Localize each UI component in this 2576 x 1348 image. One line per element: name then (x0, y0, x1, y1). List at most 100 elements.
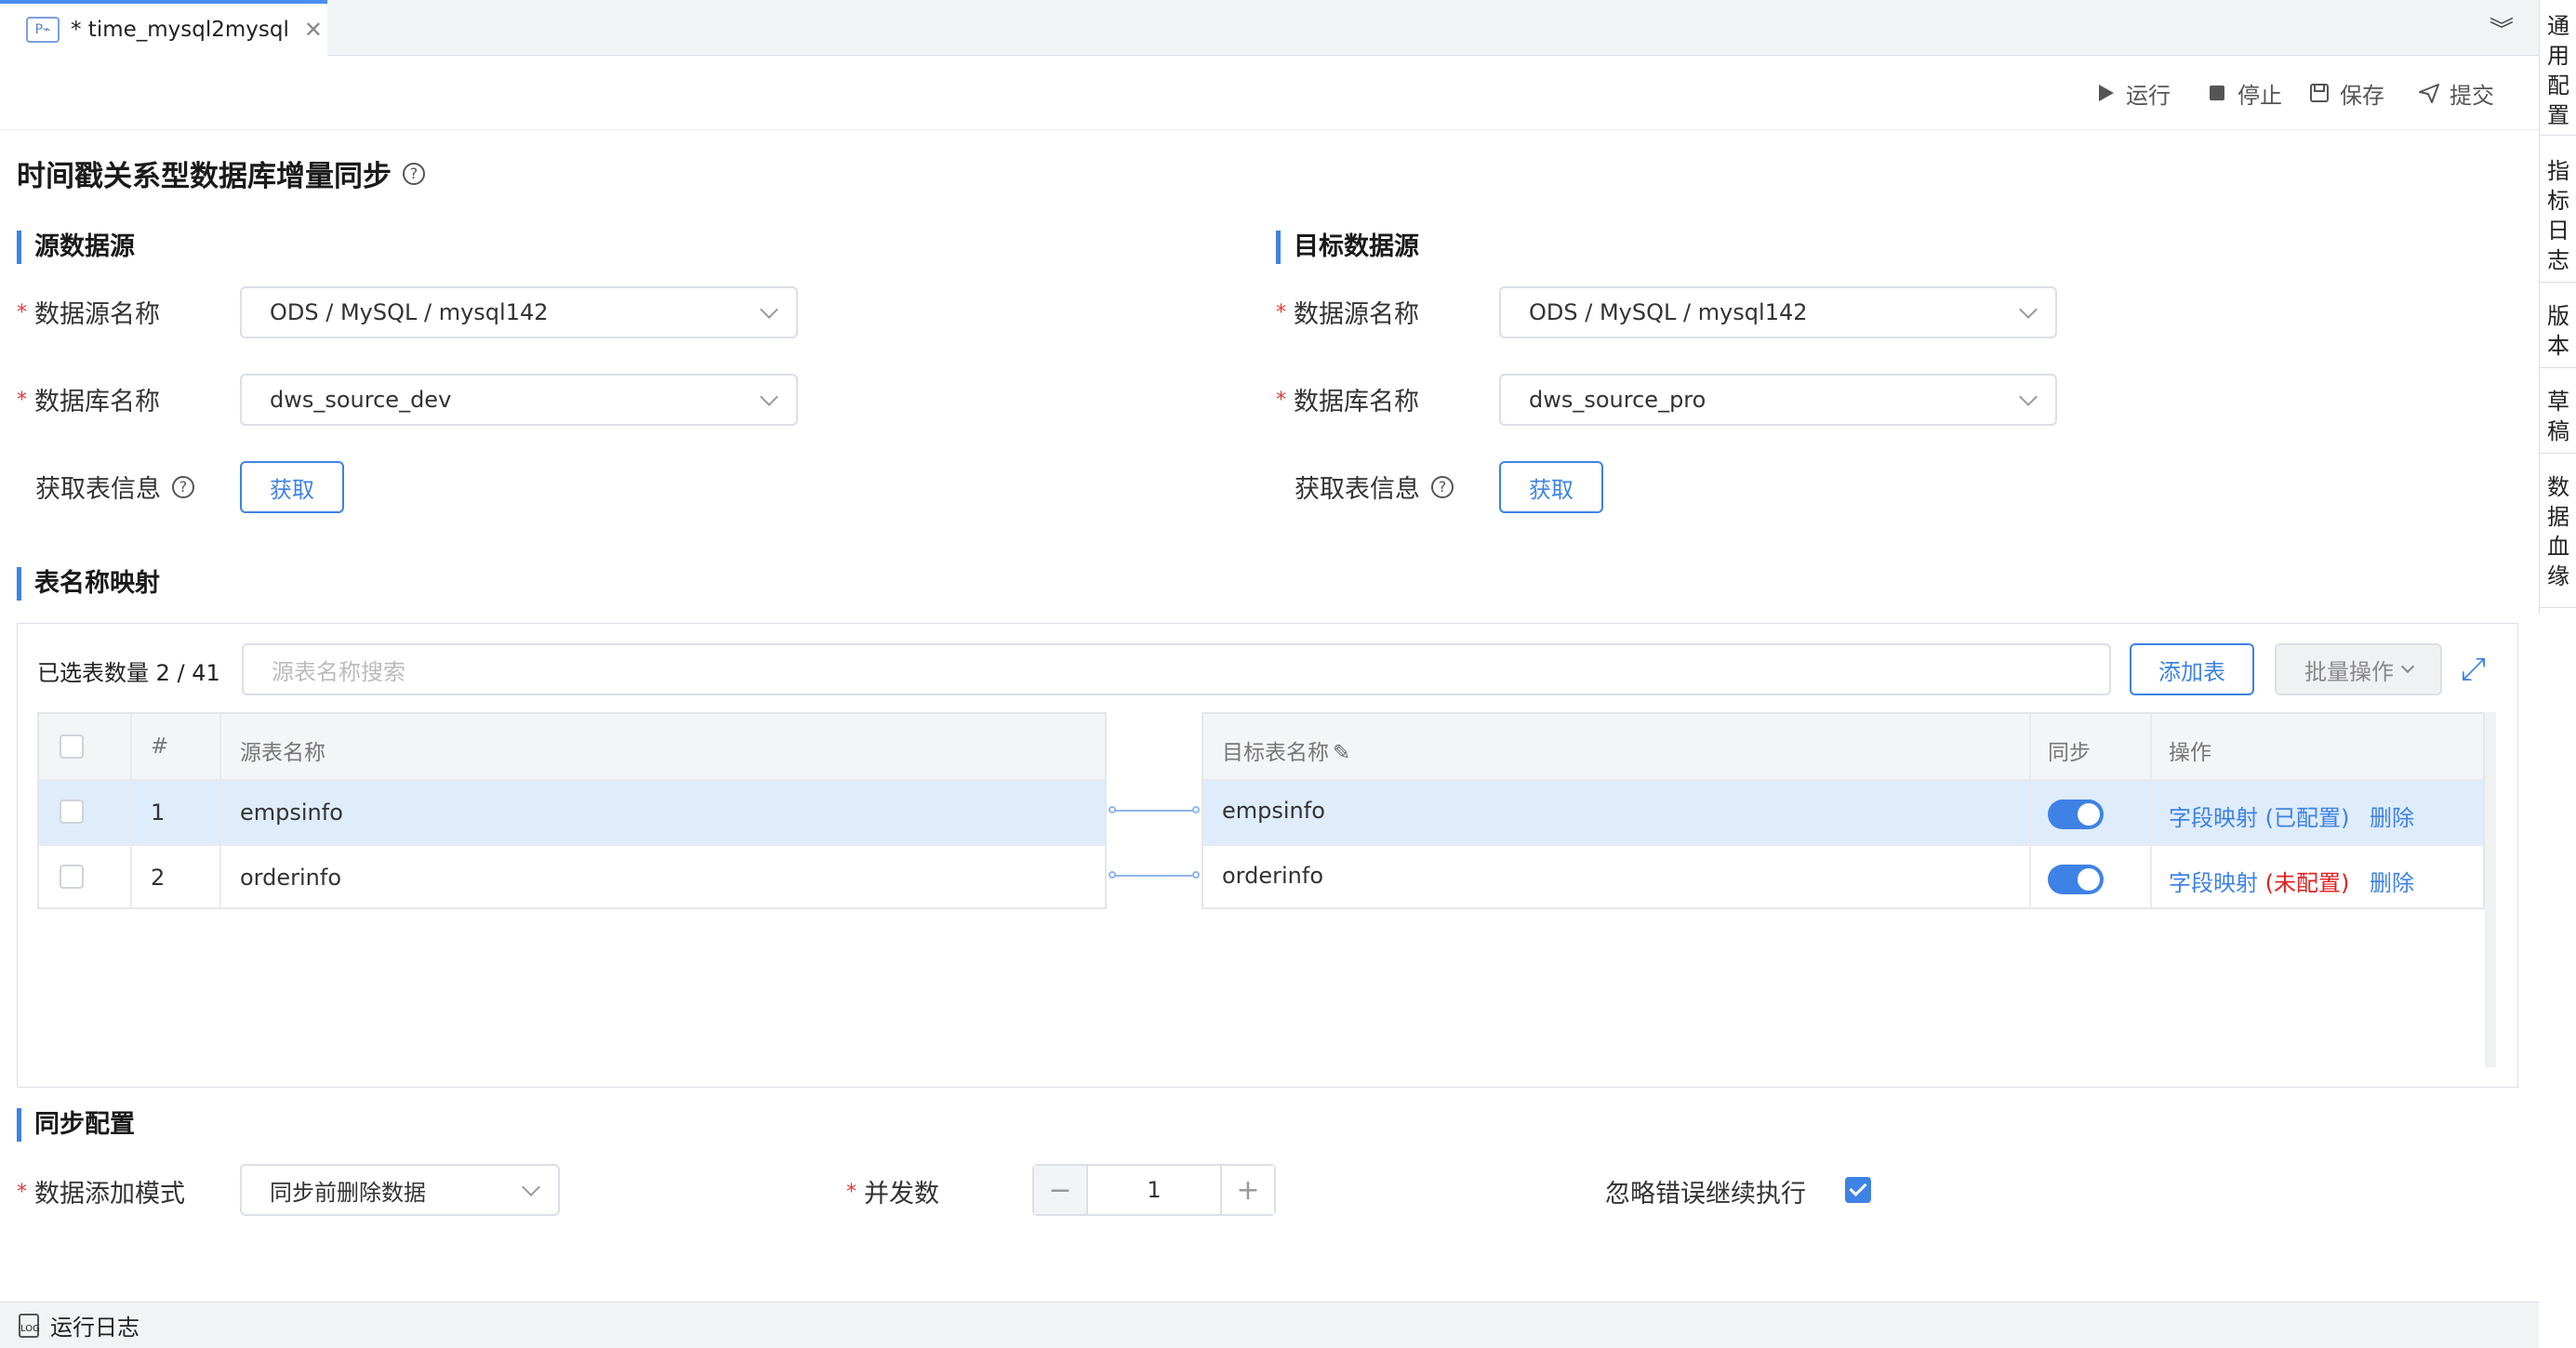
save-label: 保存 (2340, 82, 2384, 109)
required-mark: * (1276, 389, 1286, 412)
target-table-name: orderinfo (1222, 863, 1324, 889)
chevron-down-icon (522, 1178, 540, 1196)
run-button[interactable]: 运行 (2094, 76, 2171, 110)
mode-label: * 数据添加模式 (17, 1180, 185, 1209)
table-row-highlight (39, 781, 1105, 844)
sync-toggle[interactable] (2048, 865, 2104, 894)
sidebar-item-general-config[interactable]: 通用配置 (2540, 7, 2576, 136)
row-checkbox[interactable] (60, 865, 84, 889)
target-name-header: 目标表名称 ✎ (1222, 741, 1351, 765)
delete-link[interactable]: 删除 (2370, 865, 2414, 897)
target-datasource-value: ODS / MySQL / mysql142 (1529, 299, 1808, 325)
stop-label: 停止 (2237, 82, 2282, 109)
toolbar: 运行 停止 保存 提交 (0, 56, 2539, 130)
fullscreen-icon[interactable]: ⤢ (2461, 651, 2486, 688)
source-datasource-select[interactable]: ODS / MySQL / mysql142 (240, 286, 798, 338)
sync-toggle[interactable] (2048, 800, 2104, 829)
ignore-errors-checkbox[interactable] (1845, 1177, 1871, 1203)
run-log-bar[interactable]: LOG 运行日志 (0, 1302, 2539, 1348)
field-mapping-link[interactable]: 字段映射 (未配置) (2169, 865, 2349, 897)
target-database-select[interactable]: dws_source_pro (1499, 374, 2057, 426)
submit-button[interactable]: 提交 (2418, 76, 2494, 110)
target-fetch-label: 获取表信息? (1295, 469, 1454, 505)
chevron-down-icon (2019, 388, 2038, 406)
stop-button[interactable]: 停止 (2206, 76, 2282, 110)
connector-dot (1192, 871, 1200, 879)
save-icon (2310, 84, 2329, 102)
sidebar-item-metric-log[interactable]: 指标日志 (2540, 149, 2576, 283)
add-mode-select[interactable]: 同步前删除数据 (240, 1164, 560, 1216)
source-table-name: empsinfo (240, 800, 343, 826)
decrement-button[interactable]: − (1034, 1166, 1086, 1214)
field-mapping-link[interactable]: 字段映射 (已配置) (2169, 800, 2349, 832)
source-datasource-value: ODS / MySQL / mysql142 (270, 299, 549, 325)
target-fetch-button[interactable]: 获取 (1499, 461, 1603, 513)
chevron-down-icon (760, 388, 778, 406)
concurrency-stepper[interactable]: − 1 + (1032, 1164, 1276, 1216)
mapping-status: (已配置) (2264, 805, 2350, 831)
mapping-connector (1112, 875, 1198, 877)
select-all-checkbox[interactable] (60, 734, 84, 759)
connector-dot (1109, 806, 1116, 813)
help-icon[interactable]: ? (403, 162, 425, 185)
edit-icon[interactable]: ✎ (1333, 741, 1350, 765)
mapping-status: (未配置) (2264, 870, 2350, 896)
row-checkbox[interactable] (60, 800, 84, 824)
required-mark: * (1276, 301, 1286, 324)
source-database-select[interactable]: dws_source_dev (240, 374, 798, 426)
save-button[interactable]: 保存 (2308, 76, 2384, 110)
help-icon[interactable]: ? (1431, 475, 1454, 498)
target-table-name: empsinfo (1222, 798, 1325, 824)
add-mode-value: 同步前删除数据 (270, 1179, 426, 1206)
source-name-header: 源表名称 (240, 741, 325, 765)
source-ds-label: * 数据源名称 (17, 300, 160, 329)
delete-link[interactable]: 删除 (2370, 800, 2414, 832)
increment-button[interactable]: + (1222, 1166, 1274, 1214)
run-label: 运行 (2126, 82, 2171, 109)
chevron-double-down-icon[interactable]: ︾ (2483, 11, 2520, 45)
source-section-title: 源数据源 (17, 231, 135, 264)
table-scrollbar[interactable] (2485, 712, 2496, 1067)
sidebar-item-version[interactable]: 版本 (2540, 296, 2576, 368)
source-table-search-input[interactable]: 源表名称搜索 (242, 643, 2111, 695)
chevron-down-icon (2400, 659, 2415, 674)
page-title: 时间戳关系型数据库增量同步 ? (17, 152, 425, 194)
concurrency-value[interactable]: 1 (1086, 1166, 1222, 1214)
target-datasource-select[interactable]: ODS / MySQL / mysql142 (1499, 286, 2057, 338)
page-title-text: 时间戳关系型数据库增量同步 (17, 160, 392, 193)
target-section-title: 目标数据源 (1276, 231, 1419, 264)
add-table-button[interactable]: 添加表 (2130, 643, 2254, 695)
run-log-label: 运行日志 (50, 1315, 139, 1341)
tab-time-mysql2mysql[interactable]: P⌁ * time_mysql2mysql ✕ (0, 0, 327, 56)
chevron-down-icon (760, 300, 778, 319)
search-placeholder: 源表名称搜索 (272, 658, 405, 685)
submit-label: 提交 (2450, 82, 2494, 109)
index-header: # (151, 734, 169, 759)
log-file-icon: LOG (19, 1313, 40, 1338)
row-index: 1 (151, 800, 166, 826)
batch-label: 批量操作 (2304, 658, 2394, 685)
required-mark: * (17, 301, 27, 324)
help-icon[interactable]: ? (172, 475, 194, 498)
connector-dot (1109, 871, 1116, 879)
mapping-section-title: 表名称映射 (17, 567, 160, 601)
stop-icon (2210, 86, 2224, 100)
target-table: 目标表名称 ✎ 同步 操作 empsinfo 字段映射 (已配置) 删除 orde… (1202, 712, 2485, 909)
sidebar-item-draft[interactable]: 草稿 (2540, 381, 2576, 454)
required-mark: * (17, 389, 27, 412)
batch-operation-button[interactable]: 批量操作 (2275, 643, 2442, 695)
connector-dot (1192, 806, 1200, 813)
play-icon (2099, 85, 2114, 101)
target-db-label: * 数据库名称 (1276, 388, 1419, 416)
send-icon (2419, 84, 2439, 103)
source-table-name: orderinfo (240, 865, 342, 891)
tab-bar (0, 0, 2539, 56)
sync-header: 同步 (2048, 741, 2091, 765)
close-icon[interactable]: ✕ (304, 17, 323, 43)
mapping-connector (1112, 810, 1198, 812)
target-table-header (1203, 714, 2483, 779)
source-fetch-button[interactable]: 获取 (240, 461, 344, 513)
source-fetch-label: 获取表信息? (35, 469, 194, 505)
operations-header: 操作 (2169, 741, 2211, 765)
sidebar-item-lineage[interactable]: 数据血缘 (2540, 467, 2576, 608)
